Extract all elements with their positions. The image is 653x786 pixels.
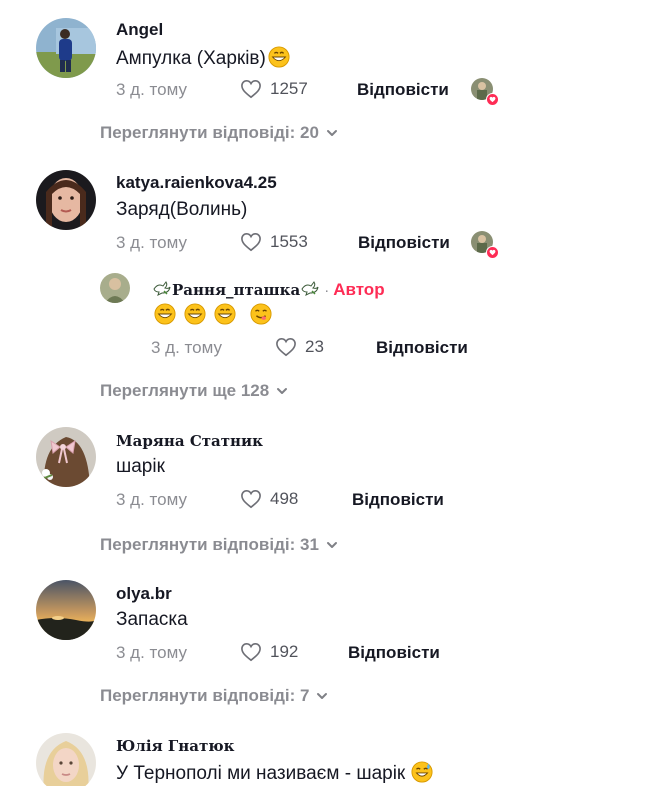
like-count: 192 <box>270 642 299 661</box>
avatar[interactable] <box>100 273 130 303</box>
like-button[interactable]: 192 <box>240 642 298 662</box>
dove-icon <box>153 281 171 296</box>
heart-icon <box>241 642 261 662</box>
reply-button[interactable]: Відповісти <box>352 490 444 510</box>
chevron-down-icon <box>326 542 337 548</box>
view-replies-button[interactable]: Переглянути відповіді: 31 <box>100 535 339 555</box>
chevron-down-icon <box>317 693 328 699</box>
avatar[interactable] <box>36 18 96 78</box>
view-more-replies-button[interactable]: Переглянути ще 128 <box>100 381 289 401</box>
like-count: 23 <box>305 337 324 356</box>
like-count: 1257 <box>270 79 308 98</box>
like-button[interactable]: 23 <box>275 337 324 357</box>
like-count: 498 <box>270 489 299 508</box>
comment-username[interactable]: katya.raienkova4.25 <box>116 173 277 193</box>
reply-button[interactable]: Відповісти <box>376 338 468 358</box>
reply-button[interactable]: Відповісти <box>348 643 440 663</box>
heart-icon <box>241 489 261 509</box>
comment-username[interactable]: Юлія Гнатюк <box>116 737 234 755</box>
reply-button[interactable]: Відповісти <box>357 80 449 100</box>
liked-by-author-badge <box>471 231 499 259</box>
avatar[interactable] <box>36 427 96 487</box>
view-replies-button[interactable]: Переглянути відповіді: 20 <box>100 123 339 143</box>
like-button[interactable]: 1257 <box>240 79 308 99</box>
sweat-smile-emoji-icon <box>411 761 433 783</box>
comment-text: Ампулка (Харків) <box>116 46 290 70</box>
comment-time: 3 д. тому <box>116 643 187 662</box>
heart-icon <box>241 232 261 252</box>
liked-by-author-badge <box>471 78 499 106</box>
comment-text: У Тернополі ми називаєм - шарік <box>116 761 433 785</box>
comment-text: Заряд(Волинь) <box>116 199 248 220</box>
avatar[interactable] <box>36 580 96 640</box>
grin-emoji-icon <box>214 303 236 325</box>
avatar[interactable] <box>36 733 96 786</box>
grin-emoji-icon <box>184 303 206 325</box>
dove-icon <box>301 281 319 296</box>
comment-text: шарік <box>116 456 165 477</box>
chevron-down-icon <box>277 388 288 394</box>
comment-username[interactable]: Angel <box>116 20 163 40</box>
heart-icon <box>276 337 296 357</box>
reply-time: 3 д. тому <box>151 338 222 357</box>
author-badge: Автор <box>333 280 385 299</box>
comment-time: 3 д. тому <box>116 233 187 252</box>
reply-username[interactable]: Рання_пташка · Автор <box>152 279 385 300</box>
grin-emoji-icon <box>154 303 176 325</box>
comment-time: 3 д. тому <box>116 490 187 509</box>
reply-text <box>152 303 272 331</box>
like-button[interactable]: 498 <box>240 489 298 509</box>
like-button[interactable]: 1553 <box>240 232 308 252</box>
comment-username[interactable]: Маряна Статник <box>116 432 263 450</box>
comment-username[interactable]: olya.br <box>116 584 172 604</box>
reply-button[interactable]: Відповісти <box>358 233 450 253</box>
chevron-down-icon <box>326 130 337 136</box>
comment-time: 3 д. тому <box>116 80 187 99</box>
view-replies-button[interactable]: Переглянути відповіді: 7 <box>100 686 329 706</box>
heart-icon <box>241 79 261 99</box>
yum-emoji-icon <box>250 303 272 325</box>
avatar[interactable] <box>36 170 96 230</box>
comment-text: Запаска <box>116 609 188 630</box>
grin-emoji-icon <box>268 46 290 68</box>
like-count: 1553 <box>270 232 308 251</box>
